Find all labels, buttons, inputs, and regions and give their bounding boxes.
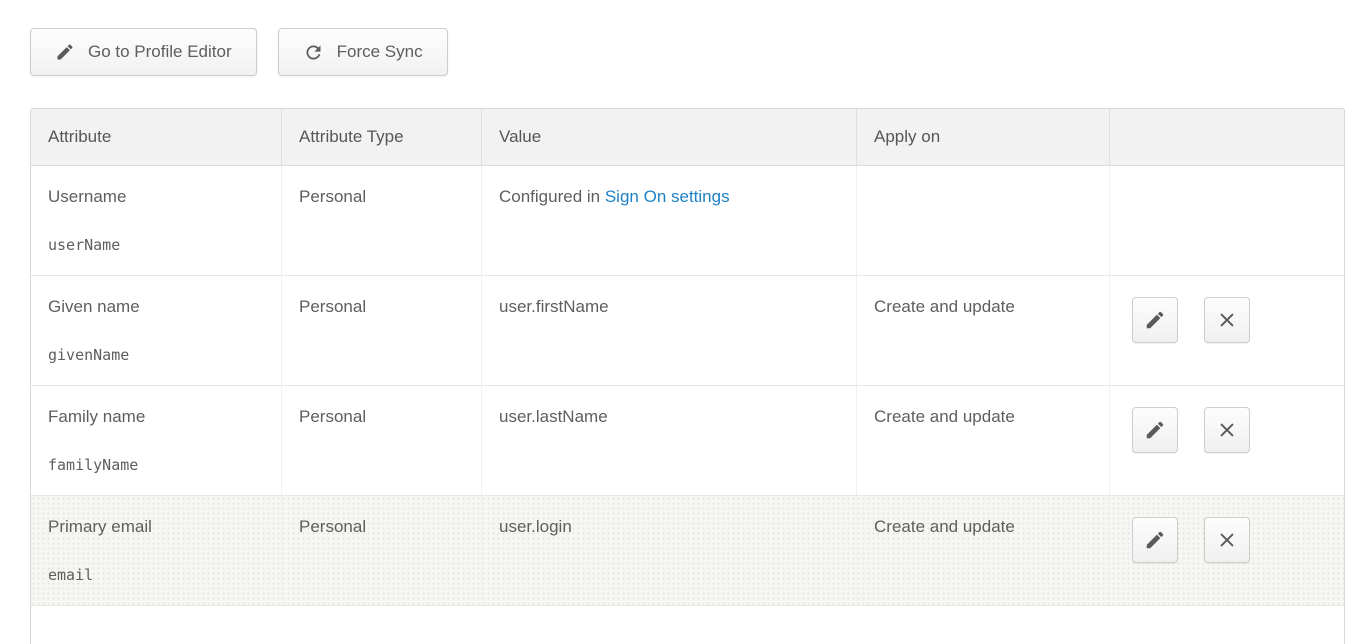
attribute-type-cell: Personal	[281, 276, 481, 385]
apply-on-cell: Create and update	[856, 386, 1109, 495]
attribute-variable-name: familyName	[48, 456, 267, 474]
attribute-label: Given name	[48, 297, 267, 317]
delete-mapping-button[interactable]	[1204, 407, 1250, 453]
edit-mapping-button[interactable]	[1132, 407, 1178, 453]
edit-mapping-button[interactable]	[1132, 297, 1178, 343]
apply-on-cell: Create and update	[856, 276, 1109, 385]
toolbar: Go to Profile Editor Force Sync	[30, 28, 448, 76]
delete-mapping-button[interactable]	[1204, 297, 1250, 343]
attribute-label: Family name	[48, 407, 267, 427]
edit-mapping-button[interactable]	[1132, 517, 1178, 563]
attribute-label: Username	[48, 187, 267, 207]
value-cell: user.firstName	[481, 276, 856, 385]
pencil-icon	[1144, 309, 1166, 331]
header-apply-on: Apply on	[856, 109, 1109, 165]
x-icon	[1216, 529, 1238, 551]
attribute-variable-name: email	[48, 566, 267, 584]
refresh-icon	[303, 42, 324, 63]
attribute-cell: Family name familyName	[31, 386, 281, 495]
attribute-cell: Primary email email	[31, 496, 281, 605]
attribute-type-cell: Personal	[281, 166, 481, 275]
header-attribute-type: Attribute Type	[281, 109, 481, 165]
force-sync-button[interactable]: Force Sync	[278, 28, 448, 76]
actions-cell	[1109, 276, 1344, 385]
actions-cell	[1109, 386, 1344, 495]
attribute-mapping-table: Attribute Attribute Type Value Apply on …	[30, 108, 1345, 644]
actions-cell	[1109, 166, 1344, 275]
table-header-row: Attribute Attribute Type Value Apply on	[31, 109, 1344, 166]
attribute-variable-name: givenName	[48, 346, 267, 364]
table-row-partial	[31, 606, 1344, 644]
delete-mapping-button[interactable]	[1204, 517, 1250, 563]
value-text: Configured in	[499, 187, 605, 206]
go-to-profile-editor-label: Go to Profile Editor	[88, 42, 232, 62]
value-cell: Configured in Sign On settings	[481, 166, 856, 275]
x-icon	[1216, 419, 1238, 441]
attribute-type-cell: Personal	[281, 496, 481, 605]
attribute-variable-name: userName	[48, 236, 267, 254]
x-icon	[1216, 309, 1238, 331]
pencil-icon	[55, 42, 75, 62]
table-row: Username userName Personal Configured in…	[31, 166, 1344, 276]
attribute-cell: Given name givenName	[31, 276, 281, 385]
header-value: Value	[481, 109, 856, 165]
attribute-label: Primary email	[48, 517, 267, 537]
header-actions	[1109, 109, 1344, 165]
actions-cell	[1109, 496, 1344, 605]
attribute-cell: Username userName	[31, 166, 281, 275]
table-row: Given name givenName Personal user.first…	[31, 276, 1344, 386]
value-cell: user.lastName	[481, 386, 856, 495]
header-attribute: Attribute	[31, 109, 281, 165]
apply-on-cell: Create and update	[856, 496, 1109, 605]
table-row: Family name familyName Personal user.las…	[31, 386, 1344, 496]
force-sync-label: Force Sync	[337, 42, 423, 62]
attribute-type-cell: Personal	[281, 386, 481, 495]
apply-on-cell	[856, 166, 1109, 275]
pencil-icon	[1144, 529, 1166, 551]
value-cell: user.login	[481, 496, 856, 605]
sign-on-settings-link[interactable]: Sign On settings	[605, 187, 730, 206]
table-row: Primary email email Personal user.login …	[31, 496, 1344, 606]
pencil-icon	[1144, 419, 1166, 441]
go-to-profile-editor-button[interactable]: Go to Profile Editor	[30, 28, 257, 76]
